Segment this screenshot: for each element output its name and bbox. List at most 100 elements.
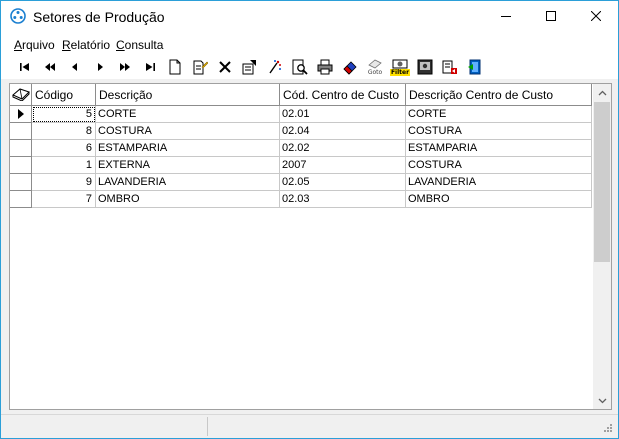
prior-record-icon bbox=[72, 63, 77, 71]
goto-button[interactable]: Goto bbox=[364, 56, 386, 78]
cell-codigo[interactable]: 6 bbox=[32, 140, 96, 157]
print-button[interactable] bbox=[314, 56, 336, 78]
table-row[interactable]: 5 CORTE 02.01 CORTE bbox=[10, 106, 592, 123]
menu-arquivo[interactable]: Arquivo bbox=[14, 38, 55, 52]
book-icon bbox=[12, 88, 30, 102]
cell-codigo[interactable]: 9 bbox=[32, 174, 96, 191]
picture-button[interactable] bbox=[414, 56, 436, 78]
cell-cod-centro-custo[interactable]: 02.04 bbox=[280, 123, 406, 140]
cell-codigo[interactable]: 5 bbox=[32, 106, 96, 123]
resize-grip-icon[interactable] bbox=[601, 423, 613, 438]
app-icon[interactable] bbox=[10, 8, 26, 24]
vertical-scrollbar[interactable] bbox=[593, 84, 611, 409]
export-button[interactable] bbox=[439, 56, 461, 78]
filter-button[interactable]: Filter bbox=[389, 56, 411, 78]
close-button[interactable] bbox=[573, 1, 618, 31]
data-grid[interactable]: Código Descrição Cód. Centro de Custo De… bbox=[9, 83, 612, 410]
first-record-button[interactable] bbox=[14, 56, 36, 78]
last-record-icon bbox=[146, 63, 155, 71]
column-header-codigo[interactable]: Código bbox=[32, 84, 96, 106]
column-header-descricao[interactable]: Descrição bbox=[96, 84, 280, 106]
maximize-icon bbox=[545, 11, 556, 21]
cell-descricao[interactable]: EXTERNA bbox=[96, 157, 280, 174]
menu-arquivo-label: rquivo bbox=[22, 38, 55, 52]
scroll-down-button[interactable] bbox=[593, 392, 611, 409]
row-indicator[interactable] bbox=[10, 123, 32, 140]
cell-codigo[interactable]: 7 bbox=[32, 191, 96, 208]
cell-desc-centro-custo[interactable]: OMBRO bbox=[406, 191, 592, 208]
first-record-icon bbox=[20, 63, 29, 71]
cell-cod-centro-custo[interactable]: 02.05 bbox=[280, 174, 406, 191]
cell-descricao[interactable]: ESTAMPARIA bbox=[96, 140, 280, 157]
goto-icon bbox=[368, 59, 382, 68]
cell-desc-centro-custo[interactable]: LAVANDERIA bbox=[406, 174, 592, 191]
cell-desc-centro-custo[interactable]: COSTURA bbox=[406, 123, 592, 140]
status-bar bbox=[1, 414, 618, 438]
minimize-button[interactable] bbox=[483, 1, 528, 31]
preview-button[interactable] bbox=[289, 56, 311, 78]
clear-button[interactable] bbox=[339, 56, 361, 78]
menu-relatorio[interactable]: Relatório bbox=[62, 38, 110, 52]
properties-icon bbox=[242, 60, 256, 75]
delete-record-button[interactable] bbox=[214, 56, 236, 78]
cell-codigo[interactable]: 8 bbox=[32, 123, 96, 140]
prior-page-button[interactable] bbox=[39, 56, 61, 78]
goto-label: Goto bbox=[367, 68, 383, 76]
next-page-button[interactable] bbox=[114, 56, 136, 78]
menu-bar: Arquivo Relatório Consulta bbox=[1, 33, 618, 55]
exit-icon bbox=[468, 59, 481, 75]
menu-relatorio-label: elatório bbox=[70, 38, 111, 52]
scroll-thumb[interactable] bbox=[594, 102, 610, 262]
row-indicator[interactable] bbox=[10, 140, 32, 157]
filter-icon bbox=[392, 59, 408, 68]
row-indicator[interactable] bbox=[10, 106, 32, 123]
menu-consulta-mnemonic: C bbox=[116, 38, 125, 52]
table-row[interactable]: 1 EXTERNA 2007 COSTURA bbox=[10, 157, 592, 174]
next-record-button[interactable] bbox=[89, 56, 111, 78]
cell-cod-centro-custo[interactable]: 2007 bbox=[280, 157, 406, 174]
row-indicator[interactable] bbox=[10, 174, 32, 191]
cell-descricao[interactable]: LAVANDERIA bbox=[96, 174, 280, 191]
title-bar[interactable]: Setores de Produção bbox=[1, 1, 618, 33]
cell-descricao[interactable]: OMBRO bbox=[96, 191, 280, 208]
cell-desc-centro-custo[interactable]: COSTURA bbox=[406, 157, 592, 174]
menu-consulta[interactable]: Consulta bbox=[116, 38, 163, 52]
cell-codigo[interactable]: 1 bbox=[32, 157, 96, 174]
cell-cod-centro-custo[interactable]: 02.01 bbox=[280, 106, 406, 123]
prior-record-button[interactable] bbox=[64, 56, 86, 78]
edit-record-button[interactable] bbox=[189, 56, 211, 78]
refresh-button[interactable] bbox=[264, 56, 286, 78]
properties-button[interactable] bbox=[239, 56, 261, 78]
cell-cod-centro-custo[interactable]: 02.02 bbox=[280, 140, 406, 157]
next-record-icon bbox=[98, 63, 103, 71]
cell-descricao[interactable]: CORTE bbox=[96, 106, 280, 123]
picture-icon bbox=[417, 59, 433, 75]
preview-icon bbox=[292, 59, 308, 75]
minimize-icon bbox=[500, 16, 511, 17]
grid-indicator-header[interactable] bbox=[10, 84, 32, 106]
close-icon bbox=[590, 11, 601, 21]
column-header-cod-centro-custo[interactable]: Cód. Centro de Custo bbox=[280, 84, 406, 106]
cell-desc-centro-custo[interactable]: ESTAMPARIA bbox=[406, 140, 592, 157]
cell-desc-centro-custo[interactable]: CORTE bbox=[406, 106, 592, 123]
menu-arquivo-mnemonic: A bbox=[14, 38, 23, 52]
prior-page-icon bbox=[45, 63, 55, 71]
row-indicator[interactable] bbox=[10, 157, 32, 174]
table-row[interactable]: 6 ESTAMPARIA 02.02 ESTAMPARIA bbox=[10, 140, 592, 157]
table-row[interactable]: 7 OMBRO 02.03 OMBRO bbox=[10, 191, 592, 208]
cell-cod-centro-custo[interactable]: 02.03 bbox=[280, 191, 406, 208]
column-header-desc-centro-custo[interactable]: Descrição Centro de Custo bbox=[406, 84, 592, 106]
new-record-button[interactable] bbox=[164, 56, 186, 78]
row-indicator[interactable] bbox=[10, 191, 32, 208]
last-record-button[interactable] bbox=[139, 56, 161, 78]
main-window: Setores de Produção Arquivo Relatório Co… bbox=[0, 0, 619, 439]
table-row[interactable]: 9 LAVANDERIA 02.05 LAVANDERIA bbox=[10, 174, 592, 191]
maximize-button[interactable] bbox=[528, 1, 573, 31]
table-row[interactable]: 8 COSTURA 02.04 COSTURA bbox=[10, 123, 592, 140]
scroll-up-button[interactable] bbox=[593, 84, 611, 101]
new-record-icon bbox=[169, 59, 181, 75]
chevron-down-icon bbox=[598, 398, 606, 403]
print-icon bbox=[317, 59, 333, 75]
cell-descricao[interactable]: COSTURA bbox=[96, 123, 280, 140]
exit-button[interactable] bbox=[464, 56, 486, 78]
